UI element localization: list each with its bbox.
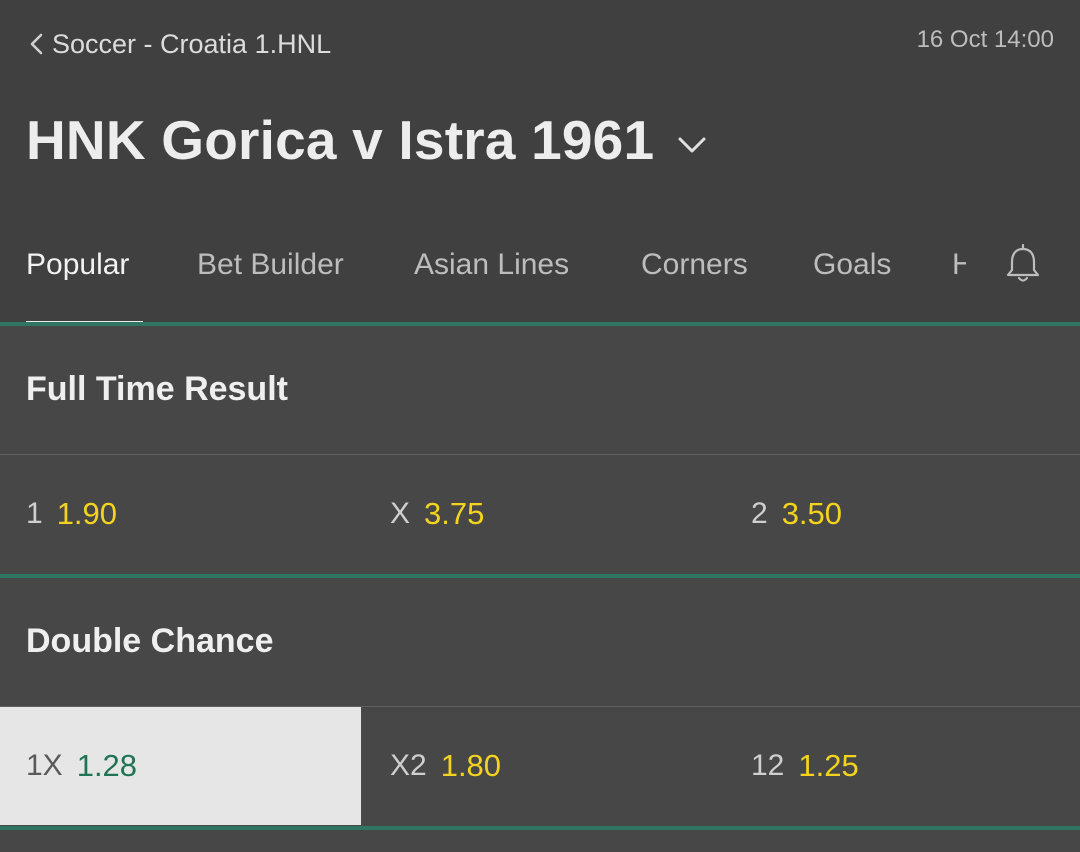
- event-header: Soccer - Croatia 1.HNL 16 Oct 14:00 HNK …: [0, 0, 1080, 326]
- tab-goals[interactable]: Goals: [813, 248, 891, 282]
- odds-button-12[interactable]: 12 1.25: [725, 707, 1080, 825]
- odds-button-draw[interactable]: X 3.75: [364, 455, 725, 573]
- odds-row: 1 1.90 X 3.75 2 3.50: [0, 455, 1080, 573]
- page-title[interactable]: HNK Gorica v Istra 1961: [26, 108, 654, 172]
- odds-value: 3.50: [781, 496, 843, 531]
- tab-overflow[interactable]: H: [952, 248, 966, 288]
- odds-button-away[interactable]: 2 3.50: [725, 455, 1080, 573]
- odds-value: 1.25: [798, 748, 859, 783]
- market-title: Full Time Result: [26, 370, 288, 408]
- market-double-chance: Double Chance 1X 1.28 X2 1.80 12 1.25: [0, 578, 1080, 826]
- event-datetime: 16 Oct 14:00: [916, 26, 1054, 53]
- tab-asian-lines[interactable]: Asian Lines: [414, 248, 569, 282]
- odds-label: 2: [751, 497, 768, 530]
- odds-value: 1.90: [56, 496, 118, 531]
- odds-button-1x[interactable]: 1X 1.28: [0, 707, 361, 825]
- odds-value: 1.80: [440, 748, 502, 783]
- breadcrumb-label[interactable]: Soccer - Croatia 1.HNL: [52, 29, 331, 60]
- odds-label: X2: [390, 749, 427, 782]
- market-title: Double Chance: [26, 622, 274, 660]
- market-full-time-result: Full Time Result 1 1.90 X 3.75 2 3.50: [0, 326, 1080, 574]
- tab-corners[interactable]: Corners: [641, 248, 748, 282]
- market-tabs: Popular Bet Builder Asian Lines Corners …: [0, 228, 1080, 326]
- odds-label: 12: [751, 749, 785, 782]
- odds-button-home[interactable]: 1 1.90: [0, 455, 361, 573]
- chevron-left-icon[interactable]: [26, 26, 50, 62]
- tab-popular[interactable]: Popular: [26, 248, 129, 282]
- breadcrumb[interactable]: Soccer - Croatia 1.HNL: [26, 26, 331, 62]
- event-selector[interactable]: HNK Gorica v Istra 1961: [26, 108, 712, 172]
- odds-value: 1.28: [76, 748, 138, 783]
- odds-row: 1X 1.28 X2 1.80 12 1.25: [0, 707, 1080, 825]
- odds-value: 3.75: [424, 496, 485, 531]
- market-separator: [0, 826, 1080, 830]
- tab-overflow-label[interactable]: H: [952, 248, 966, 282]
- chevron-down-icon[interactable]: [672, 125, 712, 165]
- odds-label: X: [390, 497, 411, 530]
- odds-button-x2[interactable]: X2 1.80: [364, 707, 725, 825]
- bell-icon[interactable]: [1003, 243, 1043, 287]
- odds-label: 1: [26, 497, 43, 530]
- tab-bet-builder[interactable]: Bet Builder: [197, 248, 344, 282]
- odds-label: 1X: [26, 749, 63, 782]
